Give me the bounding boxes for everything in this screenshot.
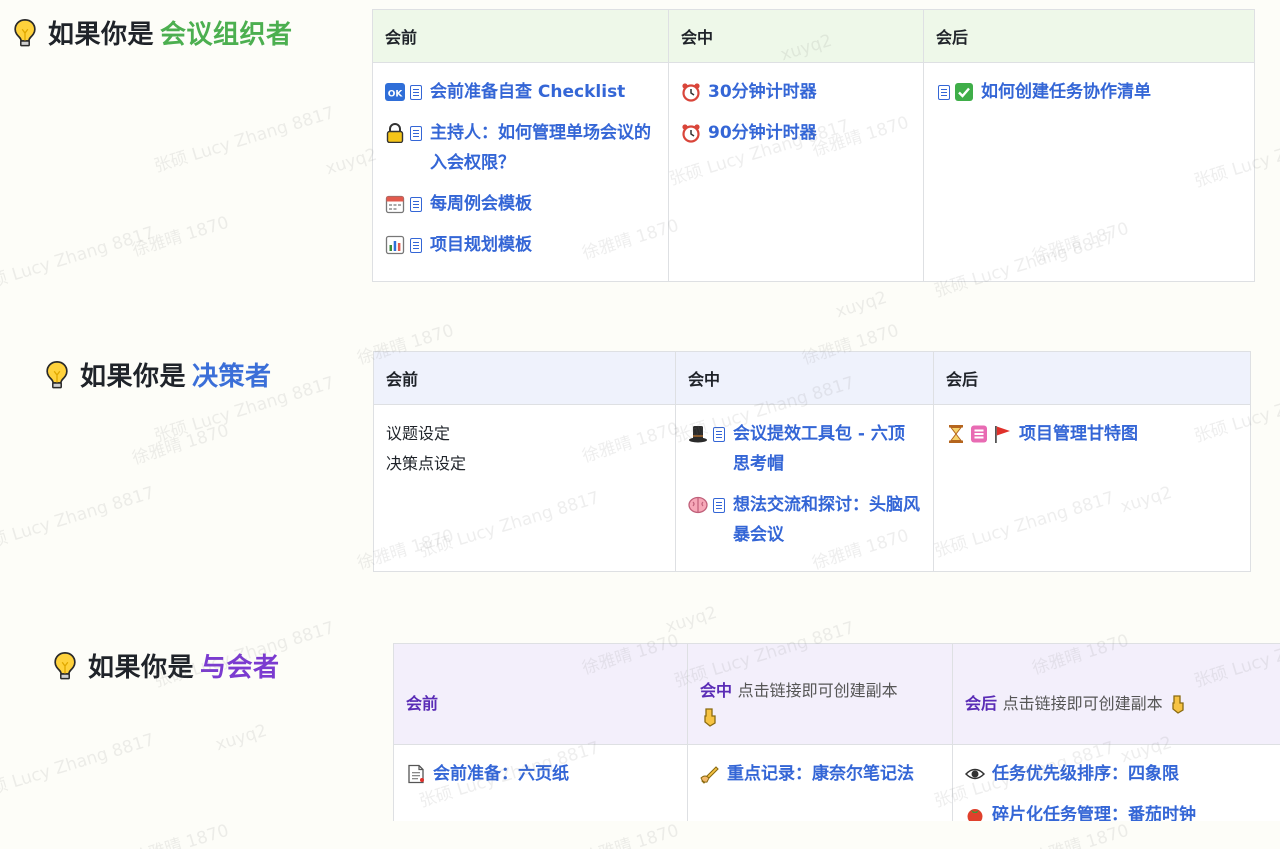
link-text: 碎片化任务管理：番茄时钟 — [992, 805, 1196, 821]
column-header-pre: 会前 — [373, 351, 676, 405]
link-text: 90分钟计时器 — [708, 123, 817, 143]
section-heading-organizer: 如果你是 会议组织者 — [12, 14, 293, 51]
link-weekly-meeting-template[interactable]: 每周例会模板 — [385, 189, 656, 219]
watermark: 张硕 Lucy Zhang 8817 — [0, 729, 157, 804]
svg-text:OK: OK — [388, 90, 404, 100]
doc-icon — [713, 497, 725, 513]
link-text: 会议提效工具包 - 六顶思考帽 — [733, 424, 905, 474]
link-text: 会前准备自查 Checklist — [430, 82, 626, 102]
watermark: xuyq2 — [833, 287, 890, 323]
column-note: 点击链接即可创建副本 — [1002, 693, 1163, 713]
link-text: 如何创建任务协作清单 — [981, 82, 1151, 102]
column-header-post: 会后 — [933, 351, 1251, 405]
pointing-down-icon — [700, 707, 720, 727]
watermark: 张硕 Lucy Zhang 8817 — [0, 482, 157, 557]
link-text: 项目管理甘特图 — [1019, 424, 1138, 444]
link-text: 30分钟计时器 — [708, 82, 817, 102]
link-brainstorming[interactable]: 想法交流和探讨：头脑风暴会议 — [688, 490, 921, 550]
link-text: 主持人：如何管理单场会议的入会权限？ — [430, 123, 651, 173]
column-header-pre: 会前 — [372, 9, 669, 63]
bar-chart-icon — [385, 235, 405, 255]
watermark: 张硕 Lucy Zhang 8817 — [0, 222, 157, 297]
writing-hand-icon — [700, 764, 720, 784]
heading-role: 会议组织者 — [160, 20, 293, 50]
brain-icon — [688, 495, 708, 515]
decision-point-text: 决策点设定 — [386, 454, 467, 473]
link-host-permissions[interactable]: 主持人：如何管理单场会议的入会权限？ — [385, 118, 656, 178]
link-text: 任务优先级排序：四象限 — [992, 764, 1179, 784]
watermark: 徐雅晴 1870 — [129, 820, 232, 849]
pointing-down-icon — [1168, 694, 1188, 715]
link-text: 重点记录：康奈尔笔记法 — [727, 764, 914, 784]
lightbulb-icon — [12, 18, 38, 48]
link-text: 会前准备：六页纸 — [433, 764, 569, 784]
check-box-icon — [954, 82, 974, 102]
doc-icon — [410, 237, 422, 253]
column-header-mid: 会中 — [675, 351, 934, 405]
heading-prefix: 如果你是 — [88, 653, 195, 683]
sheet-icon — [969, 424, 989, 444]
link-cornell-notes[interactable]: 重点记录：康奈尔笔记法 — [700, 759, 940, 789]
heading-prefix: 如果你是 — [80, 362, 187, 392]
participant-table-viewport: 会前 会中 点击链接即可创建副本 会后 点击链接即可创建副本 会前准备：六页纸 — [393, 643, 1280, 821]
link-six-thinking-hats[interactable]: 会议提效工具包 - 六顶思考帽 — [688, 419, 921, 479]
tomato-icon — [965, 805, 985, 821]
participant-table: 会前 会中 点击链接即可创建副本 会后 点击链接即可创建副本 会前准备：六页纸 — [393, 643, 1280, 821]
lightbulb-icon — [44, 360, 70, 390]
red-flag-icon — [992, 424, 1012, 444]
heading-role: 与会者 — [200, 653, 280, 683]
column-header-mid: 会中 — [668, 9, 924, 63]
agenda-setting-text: 议题设定 — [386, 424, 451, 443]
link-checklist[interactable]: OK 会前准备自查 Checklist — [385, 77, 656, 107]
column-header-pre: 会前 — [406, 694, 439, 713]
watermark: xuyq2 — [663, 602, 720, 638]
link-pomodoro[interactable]: 碎片化任务管理：番茄时钟 — [965, 800, 1271, 821]
heading-prefix: 如果你是 — [48, 20, 155, 50]
eye-icon — [964, 764, 986, 784]
alarm-clock-icon — [681, 82, 701, 102]
heading-role: 决策者 — [192, 362, 272, 392]
doc-icon — [410, 84, 422, 100]
doc-icon — [938, 84, 950, 100]
lightbulb-icon — [52, 651, 78, 681]
link-text: 项目规划模板 — [430, 235, 532, 255]
link-text: 想法交流和探讨：头脑风暴会议 — [733, 495, 920, 545]
link-timer-30[interactable]: 30分钟计时器 — [681, 77, 911, 107]
column-header-post: 会后 — [965, 693, 998, 713]
link-task-checklist[interactable]: 如何创建任务协作清单 — [936, 77, 1242, 107]
lock-icon — [385, 123, 405, 144]
organizer-table: 会前 会中 会后 OK 会前准备自查 Checklist 主持人：如何管理单场会… — [372, 9, 1255, 282]
page-icon — [406, 764, 426, 784]
section-heading-decision-maker: 如果你是 决策者 — [44, 356, 272, 393]
watermark: xuyq2 — [213, 720, 270, 756]
ok-icon: OK — [385, 82, 405, 102]
watermark: 徐雅晴 1870 — [129, 420, 232, 470]
column-header-mid: 会中 — [700, 681, 733, 700]
doc-icon — [410, 125, 422, 141]
link-gantt-chart[interactable]: 项目管理甘特图 — [946, 419, 1238, 449]
link-text: 每周例会模板 — [430, 194, 532, 214]
watermark: 张硕 Lucy Zhang 8817 — [151, 102, 337, 177]
section-heading-participant: 如果你是 与会者 — [52, 647, 280, 684]
column-header-post: 会后 — [923, 9, 1255, 63]
column-note: 点击链接即可创建副本 — [737, 681, 898, 700]
alarm-clock-icon — [681, 123, 701, 143]
link-project-planning-template[interactable]: 项目规划模板 — [385, 230, 656, 260]
decision-maker-table: 会前 会中 会后 议题设定 决策点设定 会议提效工具包 - 六顶思考帽 想法交流… — [373, 351, 1251, 572]
watermark: xuyq2 — [323, 144, 380, 180]
link-six-page-memo[interactable]: 会前准备：六页纸 — [406, 759, 675, 789]
hourglass-icon — [946, 424, 966, 444]
doc-icon — [410, 196, 422, 212]
calendar-icon — [385, 194, 405, 214]
watermark: 徐雅晴 1870 — [129, 212, 232, 262]
top-hat-icon — [688, 424, 708, 444]
doc-icon — [713, 426, 725, 442]
link-timer-90[interactable]: 90分钟计时器 — [681, 118, 911, 148]
link-four-quadrants[interactable]: 任务优先级排序：四象限 — [964, 759, 1271, 789]
